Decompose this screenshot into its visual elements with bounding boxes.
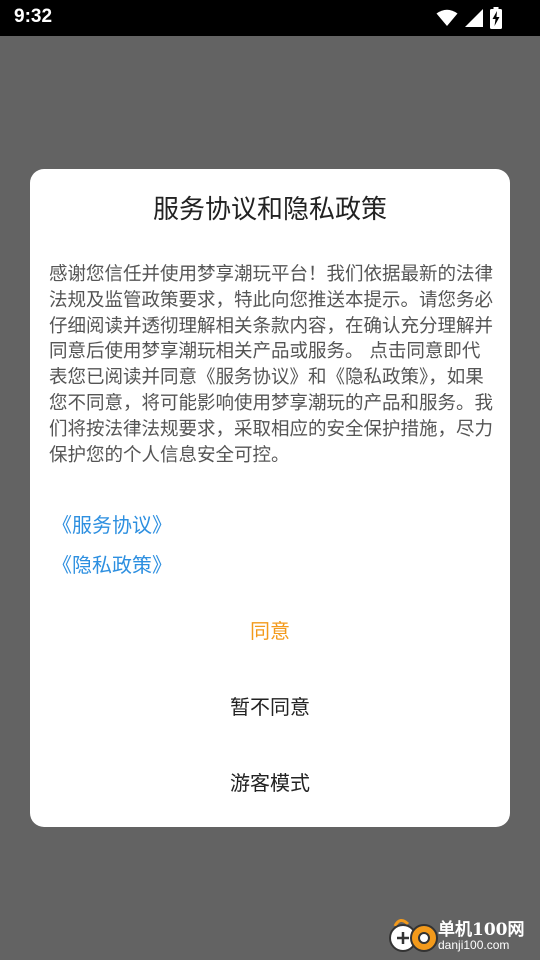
status-time: 9:32 — [14, 6, 53, 27]
watermark-title: 单机100网 — [438, 920, 525, 940]
status-icons — [436, 7, 502, 33]
watermark: 单机100网 danji100.com — [386, 914, 536, 958]
disagree-button[interactable]: 暂不同意 — [30, 691, 510, 720]
privacy-dialog: 服务协议和隐私政策 感谢您信任并使用梦享潮玩平台！我们依据最新的法律法规及监管政… — [30, 169, 510, 827]
battery-charging-icon — [490, 7, 502, 33]
dialog-body-text: 感谢您信任并使用梦享潮玩平台！我们依据最新的法律法规及监管政策要求，特此向您推送… — [49, 264, 494, 466]
watermark-url: danji100.com — [438, 938, 510, 952]
privacy-policy-link[interactable]: 《隐私政策》 — [52, 549, 172, 578]
guest-mode-button[interactable]: 游客模式 — [30, 767, 510, 796]
dialog-title: 服务协议和隐私政策 — [152, 195, 387, 225]
status-bar: 9:32 — [0, 0, 540, 36]
cell-signal-icon — [464, 8, 484, 32]
agree-button[interactable]: 同意 — [30, 615, 510, 644]
watermark-logo-icon — [386, 918, 442, 954]
wifi-icon — [436, 9, 458, 31]
service-agreement-link[interactable]: 《服务协议》 — [52, 509, 172, 538]
